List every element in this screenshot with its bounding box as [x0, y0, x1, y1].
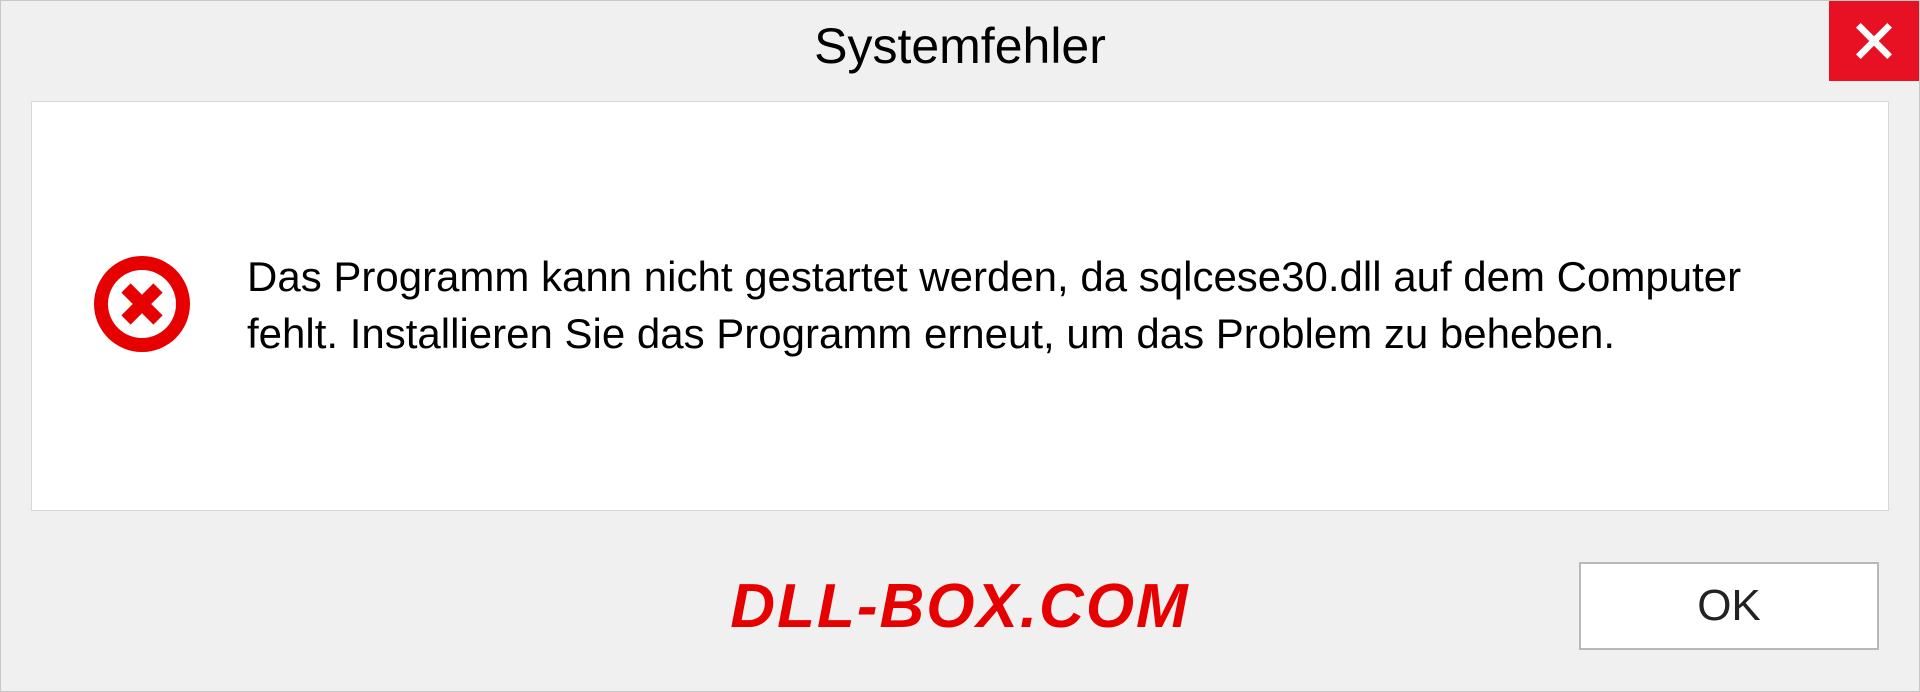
error-dialog: Systemfehler Das Programm kann nicht ges…: [0, 0, 1920, 692]
content-panel: Das Programm kann nicht gestartet werden…: [31, 101, 1889, 511]
watermark-text: DLL-BOX.COM: [730, 571, 1189, 642]
titlebar: Systemfehler: [1, 1, 1919, 91]
error-icon: [92, 254, 192, 359]
close-icon: [1854, 21, 1894, 61]
error-message: Das Programm kann nicht gestartet werden…: [247, 249, 1828, 362]
close-button[interactable]: [1829, 1, 1919, 81]
dialog-footer: DLL-BOX.COM OK: [1, 541, 1919, 691]
dialog-title: Systemfehler: [814, 17, 1106, 75]
ok-button[interactable]: OK: [1579, 562, 1879, 650]
